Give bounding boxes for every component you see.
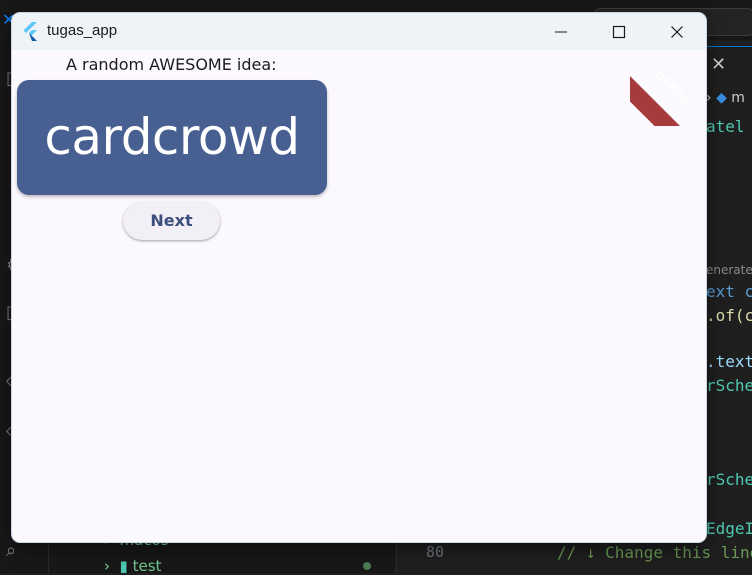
code-comment: // ↓ Change this line	[557, 543, 752, 562]
code-fragment: .of(co	[706, 306, 752, 325]
code-fragment: rSchem	[706, 470, 752, 489]
code-fragment: atel	[706, 117, 745, 136]
line-number: 80	[426, 543, 445, 561]
code-fragment: .textT	[706, 352, 752, 371]
idea-card: cardcrowd	[17, 80, 327, 195]
tree-item-test[interactable]: › ▮ test	[104, 557, 161, 575]
code-fragment: ext c	[706, 282, 752, 301]
window-title: tugas_app	[47, 22, 118, 39]
code-fragment: EdgeIn	[706, 519, 752, 538]
window-title-bar[interactable]: tugas_app	[12, 13, 706, 50]
search-icon[interactable]: ⌕	[6, 540, 16, 561]
maximize-icon	[612, 25, 626, 39]
next-button[interactable]: Next	[123, 202, 220, 240]
next-button-label: Next	[150, 211, 193, 230]
tab-close-icon[interactable]: ✕	[711, 54, 726, 75]
minimize-icon	[555, 31, 567, 33]
idea-text: cardcrowd	[44, 108, 300, 166]
close-icon	[671, 26, 683, 38]
maximize-button[interactable]	[590, 13, 648, 50]
breadcrumb: › ◆ m	[706, 90, 745, 106]
app-window: tugas_app A random AWESOME idea: cardcro…	[12, 13, 706, 542]
code-fragment: enerate	[706, 263, 752, 277]
code-fragment: rSchem	[706, 376, 752, 395]
close-button[interactable]	[648, 13, 706, 50]
debug-banner: DEBUG	[630, 50, 706, 126]
minimize-button[interactable]	[532, 13, 590, 50]
flutter-logo-icon	[21, 21, 41, 41]
git-status-dot	[363, 562, 371, 570]
idea-prompt-label: A random AWESOME idea:	[66, 55, 277, 74]
